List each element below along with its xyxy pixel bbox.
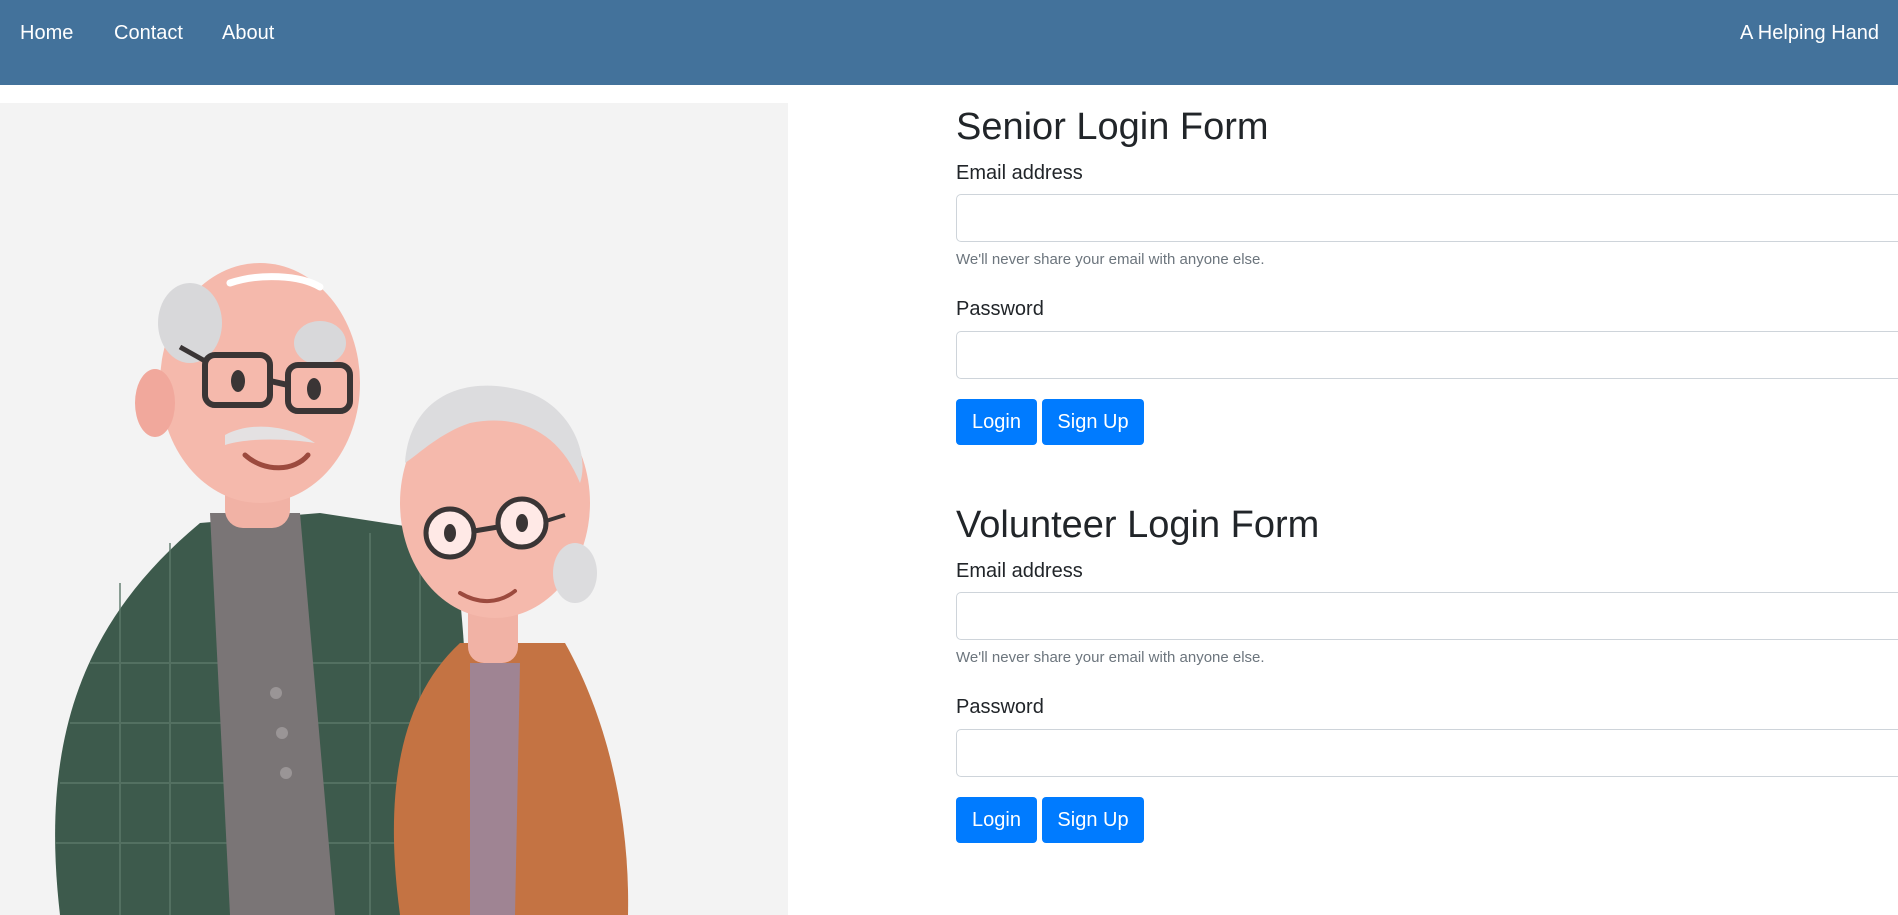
top-navbar: Home Contact About A Helping Hand [0, 0, 1898, 85]
volunteer-email-input[interactable] [956, 592, 1898, 640]
navbar-brand[interactable]: A Helping Hand [1740, 22, 1879, 45]
volunteer-email-help: We'll never share your email with anyone… [956, 649, 1265, 666]
senior-email-input[interactable] [956, 194, 1898, 242]
nav-home-link[interactable]: Home [20, 22, 73, 45]
nav-contact-link[interactable]: Contact [114, 22, 183, 45]
volunteer-login-form: Volunteer Login Form Email address We'll… [956, 501, 1898, 861]
senior-signup-button[interactable]: Sign Up [1042, 399, 1144, 445]
elderly-couple-illustration [55, 263, 629, 915]
senior-login-button[interactable]: Login [956, 399, 1037, 445]
elderly-couple-image [0, 103, 788, 915]
senior-email-help: We'll never share your email with anyone… [956, 251, 1265, 268]
volunteer-password-label: Password [956, 696, 1044, 718]
senior-form-title: Senior Login Form [956, 106, 1269, 148]
volunteer-signup-button[interactable]: Sign Up [1042, 797, 1144, 843]
nav-about-link[interactable]: About [222, 22, 274, 45]
senior-email-label: Email address [956, 162, 1083, 184]
senior-password-input[interactable] [956, 331, 1898, 379]
volunteer-password-input[interactable] [956, 729, 1898, 777]
volunteer-email-label: Email address [956, 560, 1083, 582]
volunteer-login-button[interactable]: Login [956, 797, 1037, 843]
senior-login-form: Senior Login Form Email address We'll ne… [956, 103, 1898, 463]
senior-password-label: Password [956, 298, 1044, 320]
volunteer-form-title: Volunteer Login Form [956, 504, 1320, 546]
